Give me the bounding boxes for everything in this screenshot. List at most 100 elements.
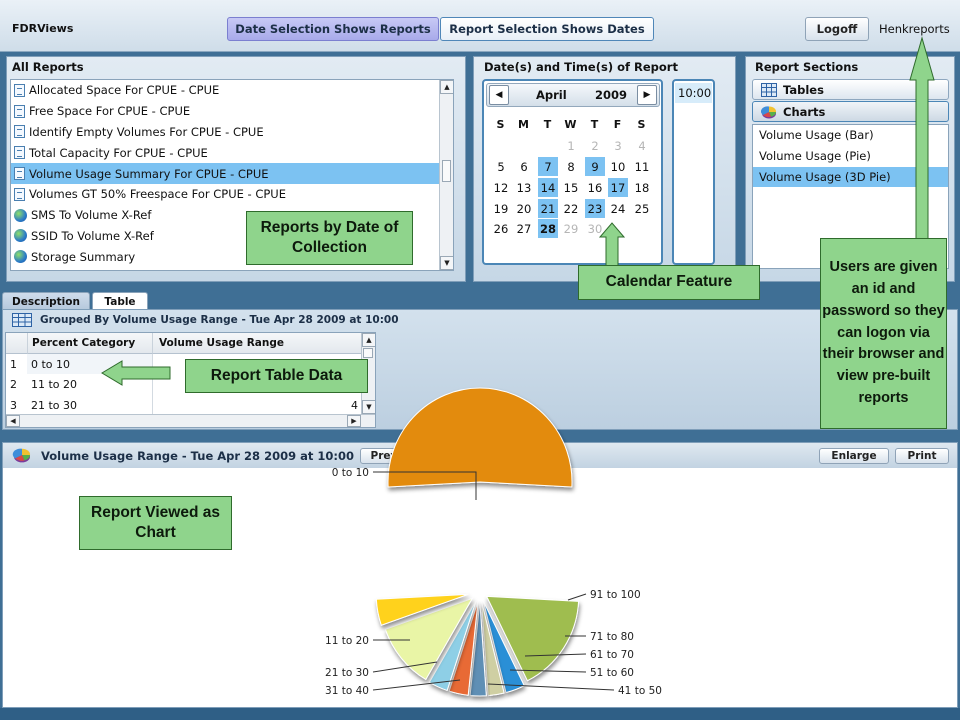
weekday-label: W [564,117,577,131]
prev-month-icon[interactable]: ◀ [489,85,509,105]
scroll-right-icon[interactable]: ▶ [347,415,361,427]
calendar-day[interactable]: 13 [514,178,534,197]
report-item[interactable]: Volume Usage Summary For CPUE - CPUE [11,163,441,184]
calendar-day[interactable]: 26 [491,219,511,238]
pie-chart-icon [12,448,31,463]
document-icon [14,146,25,160]
section-charts[interactable]: Charts [752,101,949,122]
pie-chart-icon [761,105,777,118]
cell-category[interactable]: 0 to 10 [27,354,152,374]
calendar-day[interactable]: 2 [585,136,605,155]
calendar-day[interactable]: 5 [491,157,511,176]
report-item[interactable]: Total Capacity For CPUE - CPUE [11,142,441,163]
calendar-day[interactable]: 24 [608,199,628,218]
scroll-up-icon[interactable]: ▲ [362,333,375,347]
document-icon [14,167,25,181]
scroll-down-icon[interactable]: ▼ [362,400,375,414]
cell-category[interactable]: 21 to 30 [27,395,152,415]
weekday-label: S [637,117,646,131]
calendar-day[interactable]: 15 [561,178,581,197]
reports-scrollbar[interactable]: ▲ ▼ [439,80,453,270]
calendar-day[interactable]: 29 [561,219,581,238]
weekday-label: T [543,117,552,131]
print-button[interactable]: Print [895,448,949,464]
report-item[interactable]: Identify Empty Volumes For CPUE - CPUE [11,122,441,143]
document-icon [14,187,25,201]
document-icon [14,104,25,118]
calendar-day[interactable]: 23 [585,199,605,218]
calendar-day[interactable]: 22 [561,199,581,218]
calendar-day[interactable]: 20 [514,199,534,218]
section-tables[interactable]: Tables [752,79,949,100]
enlarge-button[interactable]: Enlarge [819,448,889,464]
calendar-day[interactable]: 4 [632,136,652,155]
tab-report-selection[interactable]: Report Selection Shows Dates [440,17,654,41]
calendar-day[interactable]: 10 [608,157,628,176]
username: Henkreports [879,22,950,36]
row-number-header [6,333,27,354]
report-sections-title: Report Sections [755,60,859,74]
pane-splitter[interactable] [472,433,490,439]
tab-date-selection[interactable]: Date Selection Shows Reports [227,17,439,41]
calendar-day[interactable]: 14 [538,178,558,197]
weekday-label: M [518,117,529,131]
calendar-day[interactable]: 11 [632,157,652,176]
tab-table[interactable]: Table [92,292,148,310]
tab-description[interactable]: Description [2,292,90,310]
table-icon [12,313,32,327]
calendar-day[interactable]: 30 [585,219,605,238]
table-hscrollbar[interactable]: ◀ ▶ [6,414,375,427]
calendar-day[interactable]: 9 [585,157,605,176]
calendar-day[interactable]: 12 [491,178,511,197]
scroll-up-icon[interactable]: ▲ [440,80,453,94]
next-date-button[interactable]: Next Date [472,448,552,464]
weekday-label: T [590,117,599,131]
column-header-category[interactable]: Percent Category [27,333,152,354]
section-item[interactable]: Volume Usage (3D Pie) [753,166,948,188]
calendar-day[interactable]: 17 [608,178,628,197]
document-icon [14,125,25,139]
report-item[interactable]: Volumes GT 50% Freespace For CPUE - CPUE [11,184,441,205]
calendar-year: 2009 [595,88,628,102]
scroll-left-icon[interactable]: ◀ [6,415,20,427]
calendar-day[interactable]: 25 [632,199,652,218]
calendar-day[interactable]: 7 [538,157,558,176]
calendar-day[interactable]: 28 [538,219,558,238]
report-item[interactable]: Allocated Space For CPUE - CPUE [11,80,441,101]
calendar-day[interactable]: 6 [514,157,534,176]
globe-icon [14,229,27,243]
report-item[interactable]: Free Space For CPUE - CPUE [11,101,441,122]
globe-icon [14,250,27,264]
annotation-calendar: Calendar Feature [578,265,760,300]
calendar-day[interactable]: 1 [561,136,581,155]
time-item[interactable]: 10:00 [675,83,712,103]
weekday-label: S [496,117,505,131]
cell-range[interactable]: 4 [152,395,358,415]
table-icon [761,82,777,97]
scroll-down-icon[interactable]: ▼ [440,256,453,270]
calendar-day[interactable]: 18 [632,178,652,197]
chart-caption: Volume Usage Range - Tue Apr 28 2009 at … [41,449,354,463]
calendar-day[interactable]: 19 [491,199,511,218]
section-item[interactable]: Volume Usage (Pie) [753,146,948,167]
section-item[interactable]: Volume Usage (Bar) [753,125,948,146]
calendar-day[interactable]: 3 [608,136,628,155]
globe-icon [14,208,27,222]
calendar-month: April [536,88,567,102]
report-item-label: Volumes GT 50% Freespace For CPUE - CPUE [29,187,286,202]
times-list [672,79,715,265]
calendar-day[interactable]: 8 [561,157,581,176]
calendar-day[interactable]: 27 [514,219,534,238]
cell-category[interactable]: 11 to 20 [27,375,152,395]
section-charts-label: Charts [783,104,826,119]
scroll-thumb[interactable] [442,160,451,182]
previous-date-button[interactable]: Previous Date [360,448,464,464]
next-month-icon[interactable]: ▶ [637,85,657,105]
table-caption: Grouped By Volume Usage Range - Tue Apr … [40,314,399,326]
scroll-thumb[interactable] [363,348,373,358]
calendar-day[interactable]: 21 [538,199,558,218]
column-header-range[interactable]: Volume Usage Range [152,333,362,354]
calendar-day[interactable]: 16 [585,178,605,197]
logoff-button[interactable]: Logoff [805,17,869,41]
app-title: FDRViews [12,22,74,35]
